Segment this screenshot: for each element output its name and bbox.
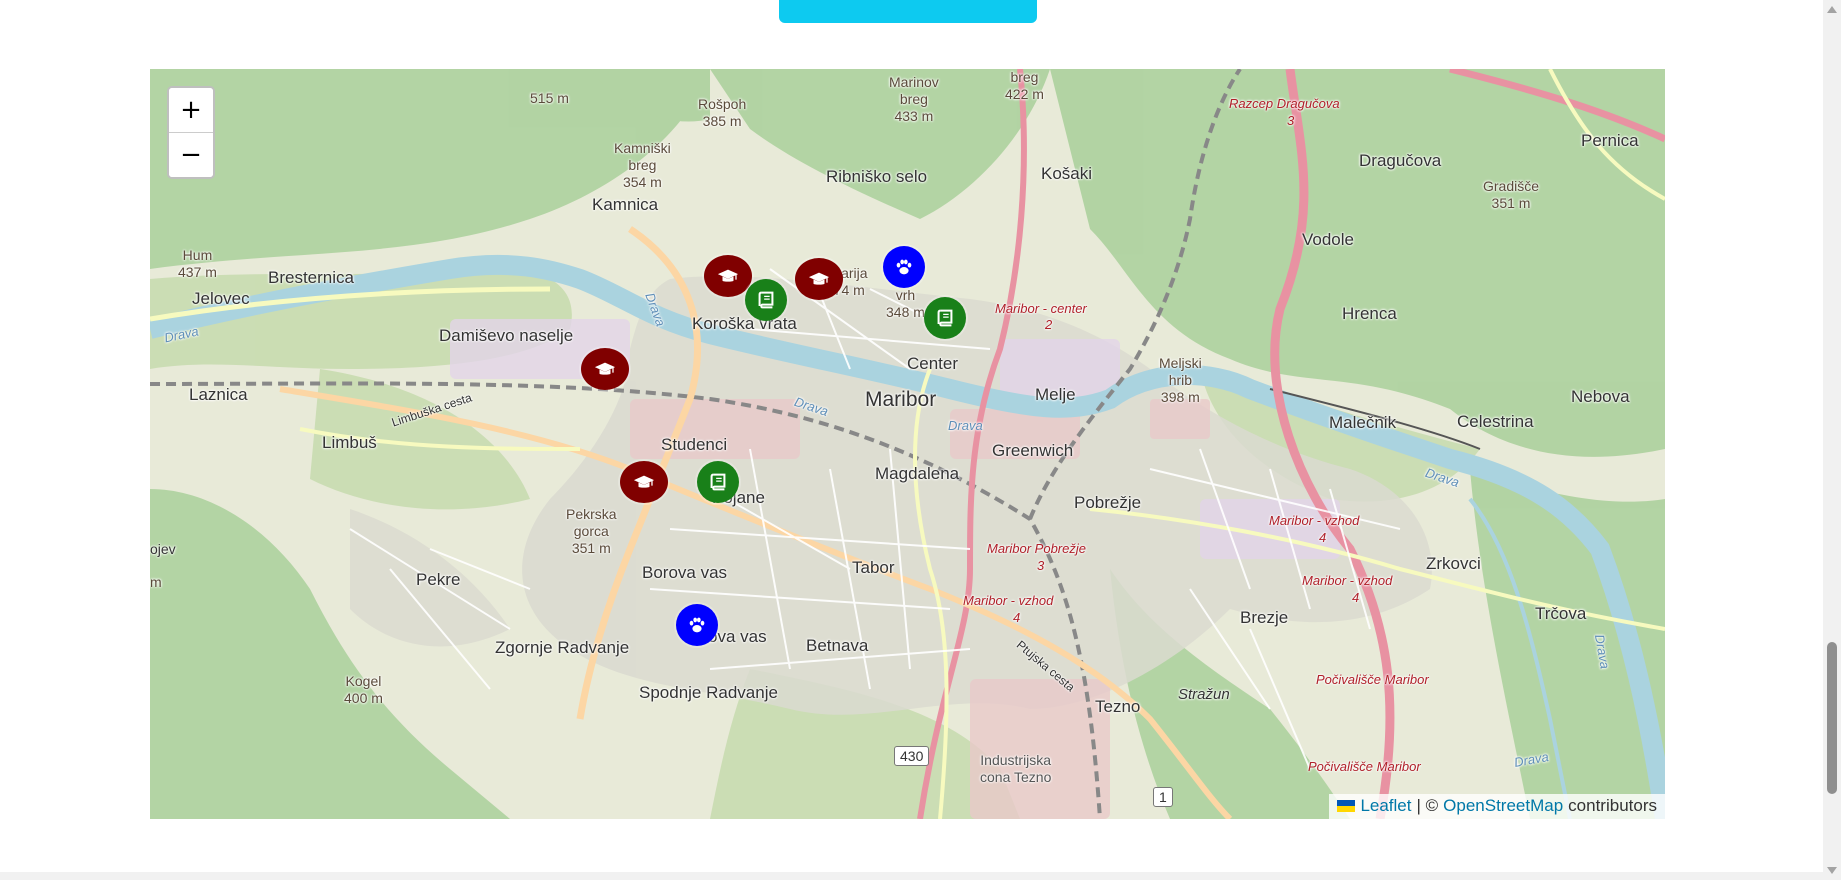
place-label-magdalena: Magdalena	[875, 464, 960, 483]
place-label-zrkovci: Zrkovci	[1426, 554, 1481, 573]
road-label-pocivalisce-2: Počivališče Maribor	[1308, 759, 1421, 774]
road-shield-430: 430	[894, 746, 930, 766]
peak-label-515: 515 m	[530, 90, 569, 106]
zoom-control: + −	[167, 86, 215, 179]
book-icon	[710, 473, 726, 491]
place-label-bresternica: Bresternica	[268, 268, 354, 287]
place-label-kamnica: Kamnica	[592, 195, 659, 214]
place-label-melje: Melje	[1035, 385, 1076, 404]
map-attribution: Leaflet | © OpenStreetMap contributors	[1329, 794, 1665, 819]
road-label-razcep-dragucova-num: 3	[1287, 113, 1295, 128]
place-label-studenci: Studenci	[661, 435, 728, 454]
vertical-scrollbar[interactable]	[1823, 0, 1841, 880]
place-label-nebova: Nebova	[1571, 387, 1630, 406]
attribution-separator: | ©	[1416, 796, 1439, 815]
place-label-pekre: Pekre	[416, 570, 461, 589]
place-label-maribor: Maribor	[865, 388, 937, 411]
zoom-out-button[interactable]: −	[169, 133, 213, 177]
place-label-greenwich: Greenwich	[992, 441, 1074, 460]
scrollbar-thumb[interactable]	[1827, 642, 1837, 794]
place-label-tabor: Tabor	[852, 558, 895, 577]
peak-label-pekrska-gorca: Pekrska gorca 351 m	[566, 506, 617, 556]
paw-icon	[896, 259, 912, 275]
top-action-button[interactable]	[779, 0, 1037, 23]
library-marker[interactable]	[697, 461, 739, 503]
place-label-tezno: Tezno	[1095, 697, 1141, 716]
peak-label-breg-422: breg 422 m	[1005, 69, 1044, 102]
school-marker[interactable]	[581, 348, 629, 390]
peak-label-kogel: Kogel 400 m	[344, 673, 383, 706]
pet-marker[interactable]	[883, 246, 925, 288]
library-marker[interactable]	[745, 279, 787, 321]
road-shield-1: 1	[1153, 787, 1173, 807]
road-label-maribor-center: Maribor - center	[995, 301, 1087, 316]
road-label-maribor-vzhod-2-num: 4	[1352, 590, 1360, 605]
road-label-maribor-pobrezje: Maribor Pobrežje	[987, 541, 1086, 556]
map-container[interactable]: Kamnica Ribniško selo Košaki Dragučova P…	[150, 69, 1665, 819]
place-label-koroska-vrata: Koroška vrata	[692, 314, 797, 333]
road-label-maribor-center-num: 2	[1045, 317, 1053, 332]
peak-label-hum: Hum 437 m	[178, 247, 217, 280]
road-label-maribor-vzhod-1-num: 4	[1319, 530, 1327, 545]
peak-label-gradisce: Gradišče 351 m	[1483, 178, 1540, 211]
place-label-pernica: Pernica	[1581, 131, 1639, 150]
place-label-strazun: Stražun	[1178, 686, 1230, 703]
road-label-maribor-vzhod-3-num: 4	[1013, 610, 1021, 625]
place-label-industrijska-cona: Industrijska cona Tezno	[980, 752, 1052, 785]
openstreetmap-link[interactable]: OpenStreetMap	[1443, 796, 1563, 816]
peak-label-rospoh: Rošpoh 385 m	[698, 96, 747, 129]
book-icon	[758, 291, 774, 309]
place-label-trcova: Trčova	[1535, 604, 1587, 623]
attribution-contributors: contributors	[1568, 796, 1657, 815]
river-label-drava-4: Drava	[948, 418, 983, 433]
school-marker[interactable]	[795, 258, 843, 300]
road-label-maribor-vzhod-2: Maribor - vzhod	[1302, 573, 1393, 588]
school-marker[interactable]	[704, 255, 752, 297]
peak-label-meljski-hrib: Meljski hrib 398 m	[1159, 355, 1202, 405]
scroll-up-arrow-icon[interactable]	[1827, 6, 1837, 13]
horizontal-scrollbar-track[interactable]	[0, 872, 1823, 880]
peak-label-kamniski-breg: Kamniški breg 354 m	[614, 140, 671, 190]
school-marker[interactable]	[620, 461, 668, 503]
road-label-maribor-vzhod-3: Maribor - vzhod	[963, 593, 1054, 608]
ukraine-flag-icon	[1337, 800, 1356, 812]
graduation-cap-icon	[717, 269, 739, 282]
scroll-down-arrow-icon[interactable]	[1827, 867, 1837, 874]
zoom-in-button[interactable]: +	[169, 88, 213, 133]
place-label-malecnik: Malečnik	[1329, 413, 1397, 432]
road-label-maribor-pobrezje-num: 3	[1037, 558, 1045, 573]
graduation-cap-icon	[594, 362, 616, 375]
graduation-cap-icon	[633, 475, 655, 488]
place-label-dragucova: Dragučova	[1359, 151, 1442, 170]
road-label-pocivalisce-1: Počivališče Maribor	[1316, 672, 1429, 687]
library-marker[interactable]	[924, 297, 966, 339]
graduation-cap-icon	[808, 272, 830, 285]
place-label-vodole: Vodole	[1302, 230, 1354, 249]
place-label-jelovec: Jelovec	[192, 289, 250, 308]
road-label-maribor-vzhod-1: Maribor - vzhod	[1269, 513, 1360, 528]
peak-label-m: m	[150, 574, 162, 590]
place-label-laznica: Laznica	[189, 385, 248, 404]
place-label-betnava: Betnava	[806, 636, 869, 655]
place-label-spodnje-radvanje: Spodnje Radvanje	[639, 683, 778, 702]
pet-marker[interactable]	[676, 604, 718, 646]
book-icon	[937, 309, 953, 327]
place-label-hrenca: Hrenca	[1342, 304, 1397, 323]
place-label-limbus: Limbuš	[322, 433, 377, 452]
place-label-brezje: Brezje	[1240, 608, 1289, 627]
place-label-ribnisko-selo: Ribniško selo	[826, 167, 928, 186]
paw-icon	[689, 617, 705, 633]
place-label-damisevo-naselje: Damiševo naselje	[439, 326, 574, 345]
place-label-zgornje-radvanje: Zgornje Radvanje	[495, 638, 630, 657]
place-label-kosaki: Košaki	[1041, 164, 1093, 183]
place-label-pobrezje: Pobrežje	[1074, 493, 1142, 512]
leaflet-link[interactable]: Leaflet	[1360, 796, 1411, 816]
place-label-ojev: ojev	[150, 541, 176, 557]
place-label-borova-vas: Borova vas	[642, 563, 728, 582]
place-label-celestrina: Celestrina	[1457, 412, 1534, 431]
road-label-razcep-dragucova: Razcep Dragučova	[1229, 96, 1340, 111]
peak-label-marinov-breg: Marinov breg 433 m	[889, 74, 939, 124]
place-label-center: Center	[907, 354, 959, 373]
